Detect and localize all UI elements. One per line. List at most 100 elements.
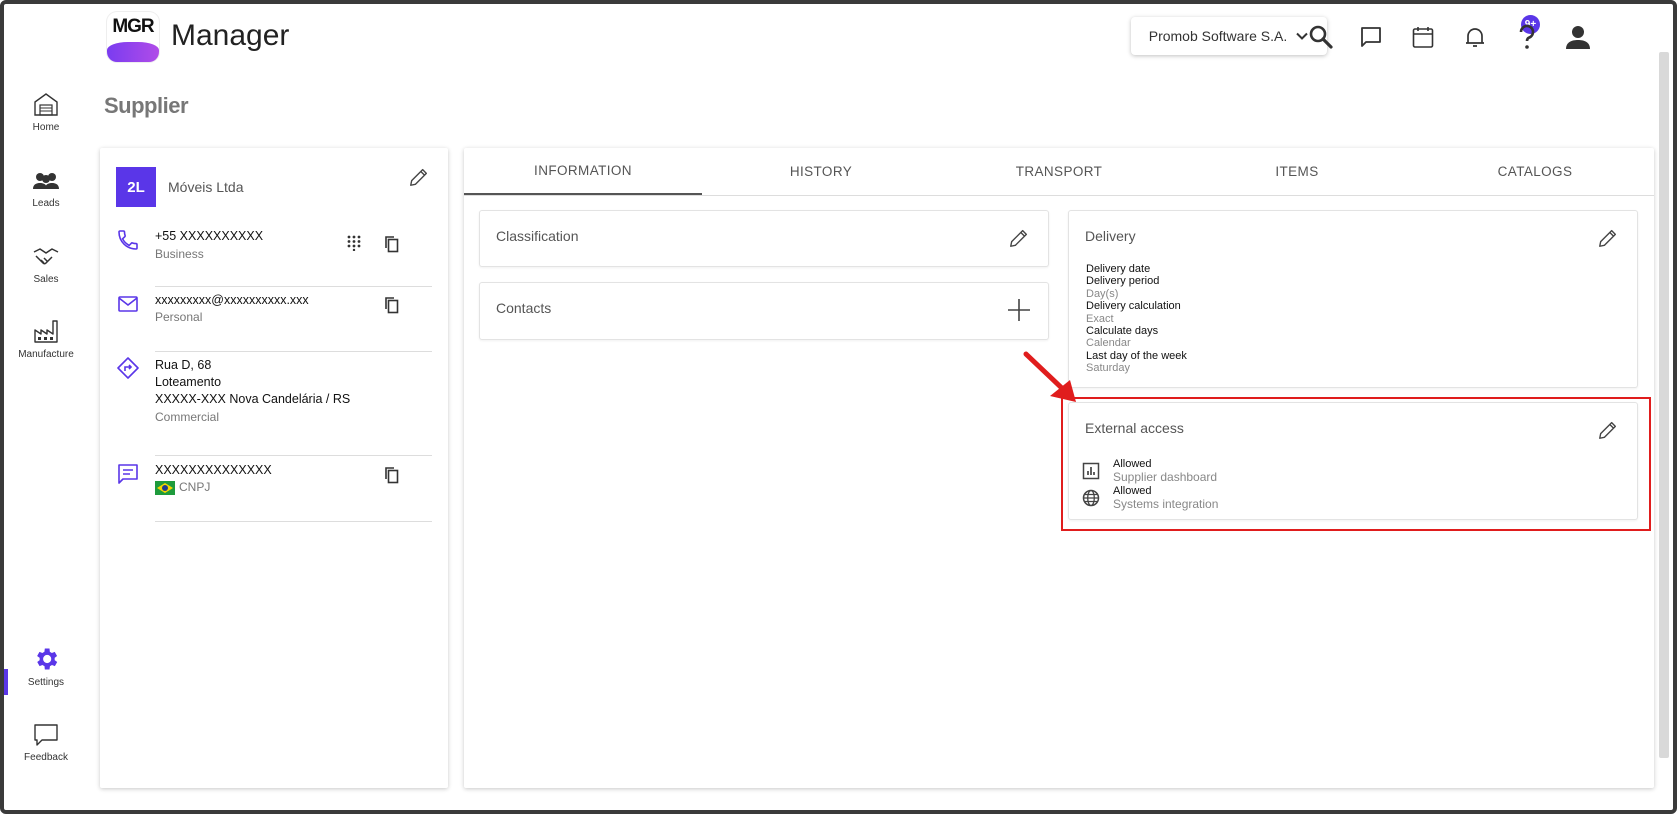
handshake-icon [33, 248, 59, 265]
nav-label: Settings [27, 677, 65, 688]
copy-phone-button[interactable] [380, 233, 402, 255]
nav-label: Manufacture [18, 349, 74, 360]
annotation-highlight-box [1061, 397, 1651, 531]
address-line-2: Loteamento [155, 375, 222, 389]
mail-icon [118, 296, 138, 312]
page-title: Supplier [104, 93, 189, 118]
document-icon [118, 464, 138, 484]
address-type: Commercial [155, 410, 220, 424]
pencil-icon [1599, 229, 1617, 247]
delivery-date-label: Delivery date [1086, 263, 1151, 275]
copy-icon [385, 297, 399, 314]
add-contact-button[interactable] [1004, 295, 1034, 325]
phone-type: Business [155, 247, 204, 261]
supplier-name: Móveis Ltda [168, 179, 244, 195]
app-logo[interactable]: MGR [107, 12, 159, 62]
calendar-button[interactable] [1408, 22, 1438, 52]
delivery-title: Delivery [1085, 228, 1136, 244]
search-button[interactable] [1306, 22, 1336, 52]
email-address: xxxxxxxxx@xxxxxxxxxx.xxx [155, 293, 309, 307]
brazil-flag-icon [155, 481, 175, 495]
last-day-value: Saturday [1086, 362, 1131, 375]
address-line-3: XXXXX-XXX Nova Candelária / RS [155, 392, 351, 406]
pencil-icon [1010, 229, 1028, 247]
address-row: Rua D, 68 Loteamento XXXXX-XXX Nova Cand… [116, 356, 432, 456]
factory-icon [34, 320, 58, 343]
plus-icon [1008, 299, 1030, 321]
tab-bar: INFORMATION HISTORY TRANSPORT ITEMS CATA… [464, 148, 1654, 196]
row-divider [155, 455, 432, 456]
classification-card: Classification [479, 210, 1049, 267]
tab-catalogs[interactable]: CATALOGS [1416, 148, 1654, 195]
copy-email-button[interactable] [380, 294, 402, 316]
document-number: XXXXXXXXXXXXXX [155, 463, 272, 477]
logo-swoosh [107, 42, 159, 62]
copy-document-button[interactable] [380, 464, 402, 486]
delivery-fields: Delivery date Delivery period Day(s) Del… [1086, 263, 1187, 375]
row-divider [155, 286, 432, 287]
edit-supplier-button[interactable] [404, 162, 434, 192]
nav-label: Leads [32, 198, 60, 209]
company-selector[interactable]: Promob Software S.A. [1131, 17, 1327, 55]
nav-item-leads[interactable]: Leads [4, 170, 88, 209]
bell-icon [1466, 28, 1484, 47]
phone-row: +55 XXXXXXXXXX Business [116, 228, 432, 288]
calendar-icon [1412, 27, 1434, 48]
calculate-days-label: Calculate days [1086, 325, 1159, 338]
delivery-card: Delivery Delivery date Delivery period D… [1068, 210, 1638, 388]
search-icon [1309, 25, 1333, 49]
help-icon [1519, 24, 1535, 49]
row-divider [155, 521, 432, 522]
nav-item-home[interactable]: Home [4, 90, 88, 133]
delivery-period-value: Day(s) [1086, 287, 1119, 300]
email-row: xxxxxxxxx@xxxxxxxxxx.xxx Personal [116, 292, 432, 352]
tab-information[interactable]: INFORMATION [464, 148, 702, 195]
supplier-avatar: 2L [116, 167, 156, 207]
address-line-1: Rua D, 68 [155, 358, 212, 372]
company-name: Promob Software S.A. [1148, 28, 1288, 44]
nav-item-settings[interactable]: Settings [4, 645, 88, 688]
help-button[interactable] [1512, 22, 1542, 52]
scrollbar[interactable] [1659, 52, 1669, 758]
supplier-panel: 2L Móveis Ltda +55 XXXXXXXXXX Business x… [100, 148, 448, 788]
gear-icon [37, 648, 58, 670]
document-row: XXXXXXXXXXXXXX CNPJ [116, 462, 432, 522]
user-icon [1566, 26, 1590, 49]
nav-item-feedback[interactable]: Feedback [4, 722, 88, 763]
copy-icon [385, 467, 399, 484]
dialpad-icon [347, 235, 361, 251]
phone-icon [118, 230, 138, 250]
classification-title: Classification [496, 228, 579, 244]
home-icon [34, 93, 58, 116]
nav-item-manufacture[interactable]: Manufacture [4, 317, 88, 360]
notifications-button[interactable] [1460, 22, 1490, 52]
tab-history[interactable]: HISTORY [702, 148, 940, 195]
feedback-icon [34, 724, 58, 746]
logo-text: MGR [112, 16, 154, 37]
email-type: Personal [155, 310, 203, 324]
pencil-icon [410, 168, 428, 186]
phone-number: +55 XXXXXXXXXX [155, 229, 264, 243]
tab-items[interactable]: ITEMS [1178, 148, 1416, 195]
edit-delivery-button[interactable] [1593, 223, 1623, 253]
tab-transport[interactable]: TRANSPORT [940, 148, 1178, 195]
profile-button[interactable] [1563, 22, 1593, 52]
calculate-days-value: Calendar [1086, 337, 1131, 350]
delivery-calculation-label: Delivery calculation [1086, 300, 1181, 313]
nav-label: Home [32, 122, 60, 133]
chat-icon [1361, 27, 1381, 47]
people-icon [33, 173, 59, 189]
dialpad-button[interactable] [343, 232, 365, 254]
messages-button[interactable] [1356, 22, 1386, 52]
row-divider [155, 351, 432, 352]
nav-item-sales[interactable]: Sales [4, 244, 88, 285]
edit-classification-button[interactable] [1004, 223, 1034, 253]
contacts-card: Contacts [479, 282, 1049, 340]
nav-label: Sales [33, 274, 59, 285]
last-day-label: Last day of the week [1086, 349, 1187, 362]
directions-icon [117, 357, 139, 379]
app-title: Manager [171, 19, 290, 52]
nav-label: Feedback [24, 752, 68, 763]
delivery-calculation-value: Exact [1086, 312, 1114, 325]
copy-icon [385, 236, 399, 253]
